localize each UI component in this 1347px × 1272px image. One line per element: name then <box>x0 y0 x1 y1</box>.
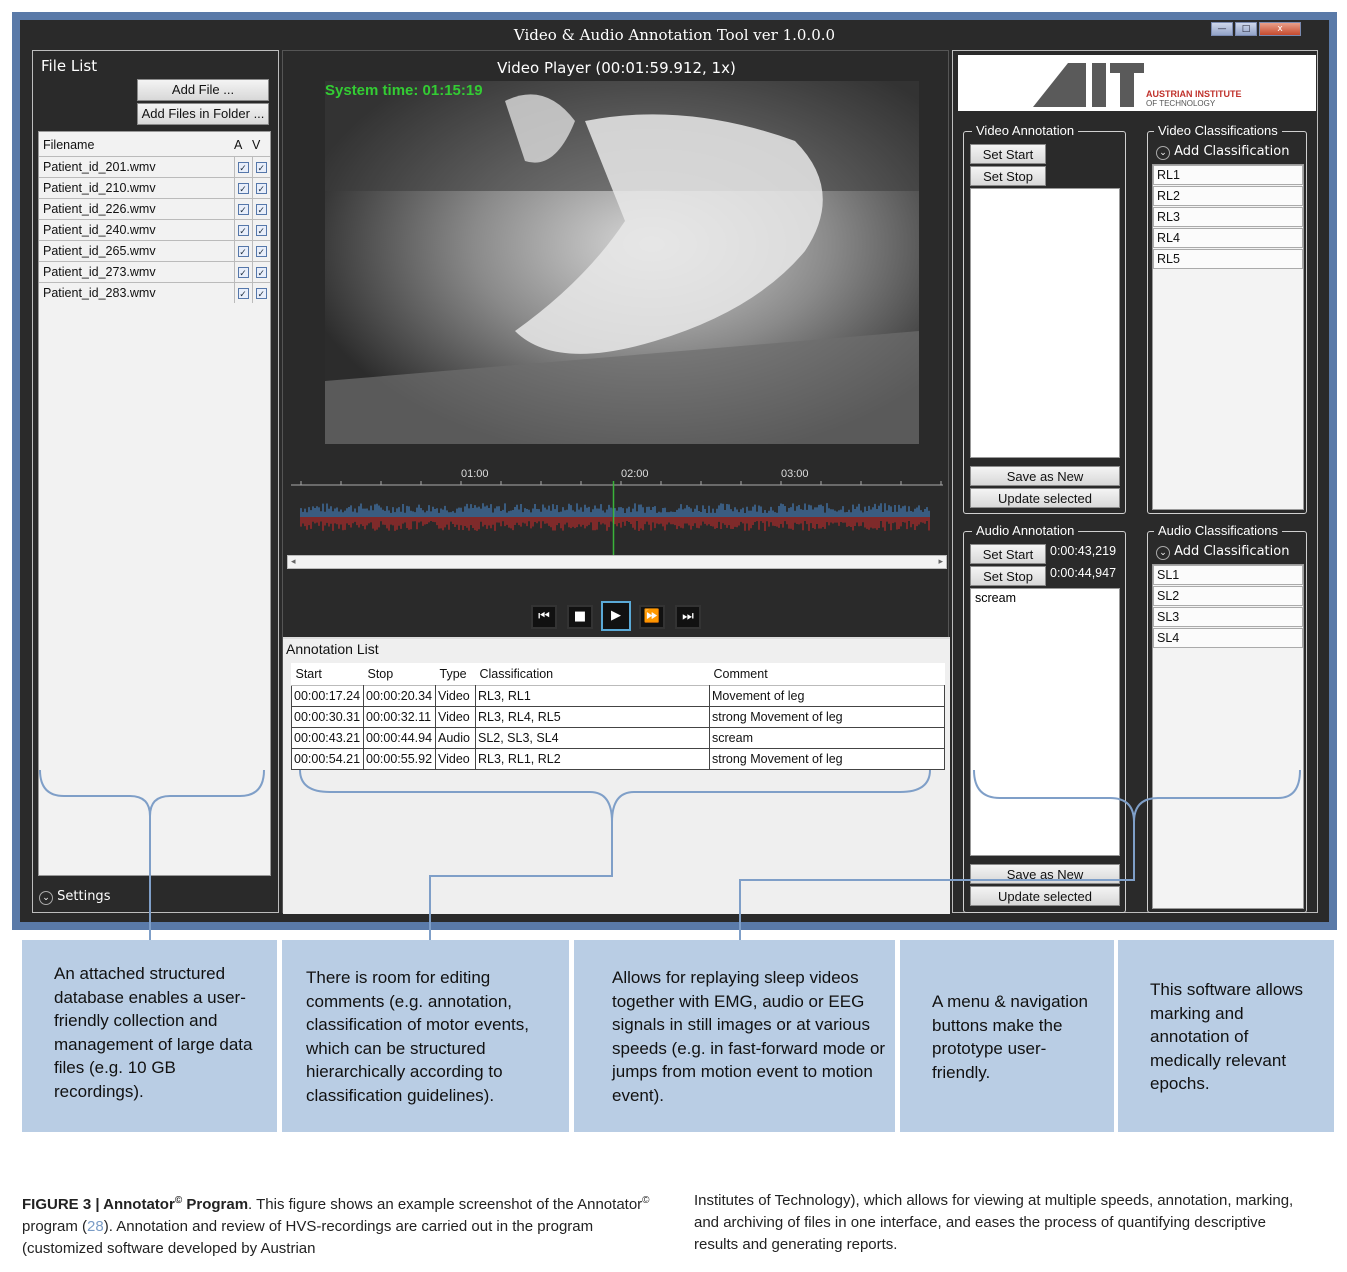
callout-navigation: A menu & navigation buttons make the pro… <box>900 940 1114 1132</box>
callout-database: An attached structured database enables … <box>22 940 277 1132</box>
figure-caption-right: Institutes of Technology), which allows … <box>694 1192 1294 1253</box>
callout-brackets <box>39 769 1301 945</box>
figure-caption-left: FIGURE 3 | Annotator© Program. This figu… <box>22 1195 650 1257</box>
callout-replay: Allows for replaying sleep videos togeth… <box>574 940 895 1132</box>
reference-link[interactable]: 28 <box>87 1218 104 1235</box>
callout-replay-text: Allows for replaying sleep videos togeth… <box>612 968 886 1105</box>
callout-database-text: An attached structured database enables … <box>54 964 253 1101</box>
callout-marking: This software allows marking and annotat… <box>1118 940 1334 1132</box>
callout-navigation-text: A menu & navigation buttons make the pro… <box>932 992 1088 1082</box>
figure-label: FIGURE 3 | Annotator© Program <box>22 1195 249 1213</box>
callout-comments: There is room for editing comments (e.g.… <box>282 940 569 1132</box>
callout-marking-text: This software allows marking and annotat… <box>1150 980 1304 1093</box>
callout-comments-text: There is room for editing comments (e.g.… <box>306 968 529 1105</box>
